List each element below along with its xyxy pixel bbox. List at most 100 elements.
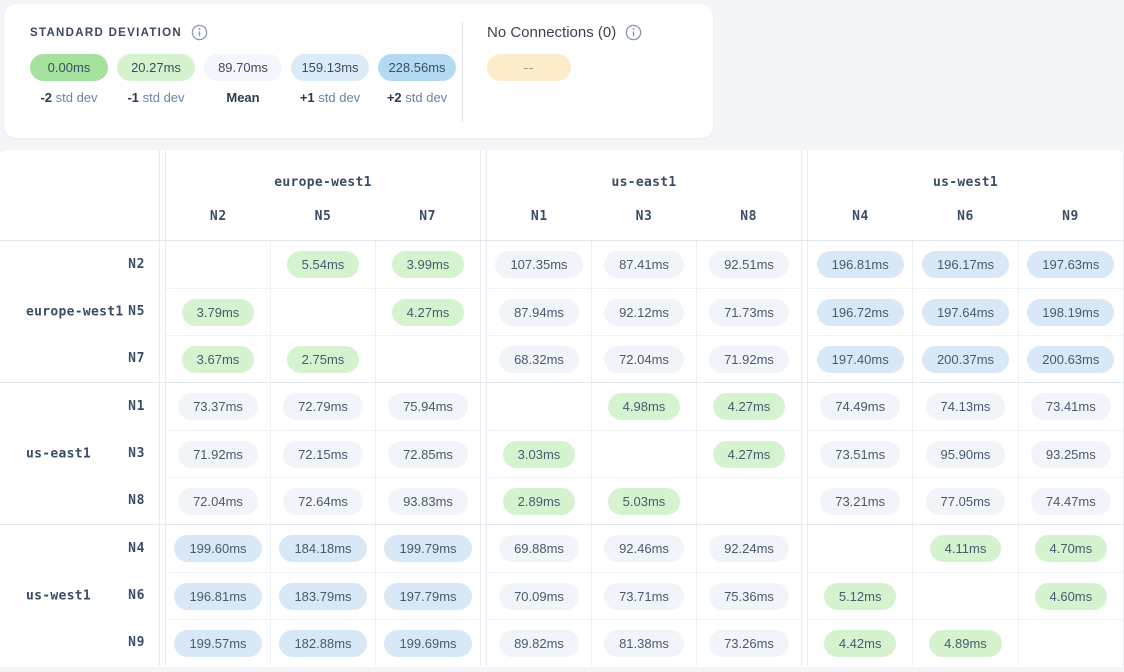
latency-pill[interactable]: 196.81ms [174, 583, 261, 610]
latency-pill[interactable]: 73.51ms [820, 441, 900, 468]
latency-pill[interactable]: 3.79ms [182, 299, 255, 326]
cell-N4-N9[interactable]: 4.70ms [1018, 525, 1123, 572]
cell-N8-N6[interactable]: 77.05ms [912, 478, 1017, 524]
cell-N9-N7[interactable]: 199.69ms [375, 620, 480, 666]
latency-pill[interactable]: 3.67ms [182, 346, 255, 373]
cell-N4-N1[interactable]: 69.88ms [487, 525, 591, 572]
cell-N7-N4[interactable]: 197.40ms [808, 336, 912, 382]
cell-N3-N4[interactable]: 73.51ms [808, 431, 912, 477]
cell-N5-N6[interactable]: 197.64ms [912, 289, 1017, 335]
latency-pill[interactable]: 199.57ms [174, 630, 261, 657]
cell-N6-N4[interactable]: 5.12ms [808, 573, 912, 619]
latency-pill[interactable]: 4.11ms [930, 535, 1002, 562]
cell-N6-N1[interactable]: 70.09ms [487, 573, 591, 619]
cell-N3-N1[interactable]: 3.03ms [487, 431, 591, 477]
latency-pill[interactable]: 197.63ms [1027, 251, 1114, 278]
cell-N1-N3[interactable]: 4.98ms [591, 383, 696, 430]
cell-N7-N3[interactable]: 72.04ms [591, 336, 696, 382]
latency-pill[interactable]: 107.35ms [495, 251, 582, 278]
latency-pill[interactable]: 2.75ms [287, 346, 360, 373]
latency-pill[interactable]: 93.25ms [1031, 441, 1111, 468]
cell-N4-N7[interactable]: 199.79ms [375, 525, 480, 572]
cell-N6-N7[interactable]: 197.79ms [375, 573, 480, 619]
latency-pill[interactable]: 4.27ms [713, 441, 786, 468]
cell-N7-N2[interactable]: 3.67ms [166, 336, 270, 382]
latency-pill[interactable]: 74.47ms [1031, 488, 1111, 515]
cell-N2-N9[interactable]: 197.63ms [1018, 241, 1123, 288]
latency-pill[interactable]: 4.98ms [608, 393, 681, 420]
latency-pill[interactable]: 5.03ms [608, 488, 681, 515]
cell-N4-N8[interactable]: 92.24ms [696, 525, 801, 572]
latency-pill[interactable]: 4.42ms [824, 630, 897, 657]
latency-pill[interactable]: 5.12ms [824, 583, 897, 610]
cell-N4-N5[interactable]: 184.18ms [270, 525, 375, 572]
cell-N3-N5[interactable]: 72.15ms [270, 431, 375, 477]
latency-pill[interactable]: 197.64ms [922, 299, 1009, 326]
cell-N5-N4[interactable]: 196.72ms [808, 289, 912, 335]
cell-N5-N8[interactable]: 71.73ms [696, 289, 801, 335]
cell-N3-N2[interactable]: 71.92ms [166, 431, 270, 477]
latency-pill[interactable]: 75.94ms [388, 393, 468, 420]
latency-pill[interactable]: 200.63ms [1027, 346, 1114, 373]
cell-N1-N8[interactable]: 4.27ms [696, 383, 801, 430]
cell-N3-N6[interactable]: 95.90ms [912, 431, 1017, 477]
cell-N7-N1[interactable]: 68.32ms [487, 336, 591, 382]
cell-N5-N7[interactable]: 4.27ms [375, 289, 480, 335]
cell-N3-N8[interactable]: 4.27ms [696, 431, 801, 477]
latency-pill[interactable]: 87.94ms [499, 299, 579, 326]
cell-N2-N8[interactable]: 92.51ms [696, 241, 801, 288]
cell-N6-N3[interactable]: 73.71ms [591, 573, 696, 619]
cell-N2-N1[interactable]: 107.35ms [487, 241, 591, 288]
cell-N5-N9[interactable]: 198.19ms [1018, 289, 1123, 335]
latency-pill[interactable]: 72.64ms [283, 488, 363, 515]
cell-N8-N3[interactable]: 5.03ms [591, 478, 696, 524]
latency-pill[interactable]: 197.79ms [384, 583, 471, 610]
cell-N6-N5[interactable]: 183.79ms [270, 573, 375, 619]
cell-N9-N3[interactable]: 81.38ms [591, 620, 696, 666]
cell-N1-N7[interactable]: 75.94ms [375, 383, 480, 430]
latency-pill[interactable]: 3.03ms [503, 441, 576, 468]
latency-pill[interactable]: 69.88ms [499, 535, 579, 562]
latency-pill[interactable]: 72.04ms [178, 488, 258, 515]
latency-pill[interactable]: 77.05ms [926, 488, 1006, 515]
latency-pill[interactable]: 73.37ms [178, 393, 258, 420]
latency-pill[interactable]: 4.70ms [1035, 535, 1108, 562]
latency-pill[interactable]: 92.24ms [709, 535, 789, 562]
cell-N2-N6[interactable]: 196.17ms [912, 241, 1017, 288]
cell-N6-N2[interactable]: 196.81ms [166, 573, 270, 619]
latency-pill[interactable]: 4.60ms [1035, 583, 1108, 610]
latency-pill[interactable]: 4.27ms [392, 299, 465, 326]
latency-pill[interactable]: 196.17ms [922, 251, 1009, 278]
cell-N1-N6[interactable]: 74.13ms [912, 383, 1017, 430]
cell-N9-N6[interactable]: 4.89ms [912, 620, 1017, 666]
latency-pill[interactable]: 5.54ms [287, 251, 360, 278]
latency-pill[interactable]: 199.60ms [174, 535, 261, 562]
latency-pill[interactable]: 72.79ms [283, 393, 363, 420]
latency-pill[interactable]: 3.99ms [392, 251, 465, 278]
cell-N1-N5[interactable]: 72.79ms [270, 383, 375, 430]
cell-N1-N4[interactable]: 74.49ms [808, 383, 912, 430]
info-icon[interactable] [625, 24, 642, 41]
latency-pill[interactable]: 89.82ms [499, 630, 579, 657]
latency-pill[interactable]: 73.21ms [820, 488, 900, 515]
latency-pill[interactable]: 70.09ms [499, 583, 579, 610]
cell-N7-N9[interactable]: 200.63ms [1018, 336, 1123, 382]
latency-pill[interactable]: 92.51ms [709, 251, 789, 278]
cell-N9-N4[interactable]: 4.42ms [808, 620, 912, 666]
latency-pill[interactable]: 74.49ms [820, 393, 900, 420]
cell-N9-N1[interactable]: 89.82ms [487, 620, 591, 666]
cell-N5-N1[interactable]: 87.94ms [487, 289, 591, 335]
cell-N6-N9[interactable]: 4.60ms [1018, 573, 1123, 619]
cell-N1-N2[interactable]: 73.37ms [166, 383, 270, 430]
cell-N9-N5[interactable]: 182.88ms [270, 620, 375, 666]
cell-N9-N2[interactable]: 199.57ms [166, 620, 270, 666]
latency-pill[interactable]: 92.12ms [604, 299, 684, 326]
latency-pill[interactable]: 72.15ms [283, 441, 363, 468]
cell-N3-N7[interactable]: 72.85ms [375, 431, 480, 477]
latency-pill[interactable]: 92.46ms [604, 535, 684, 562]
latency-pill[interactable]: 71.92ms [709, 346, 789, 373]
cell-N8-N9[interactable]: 74.47ms [1018, 478, 1123, 524]
latency-pill[interactable]: 73.26ms [709, 630, 789, 657]
cell-N8-N7[interactable]: 93.83ms [375, 478, 480, 524]
cell-N5-N2[interactable]: 3.79ms [166, 289, 270, 335]
